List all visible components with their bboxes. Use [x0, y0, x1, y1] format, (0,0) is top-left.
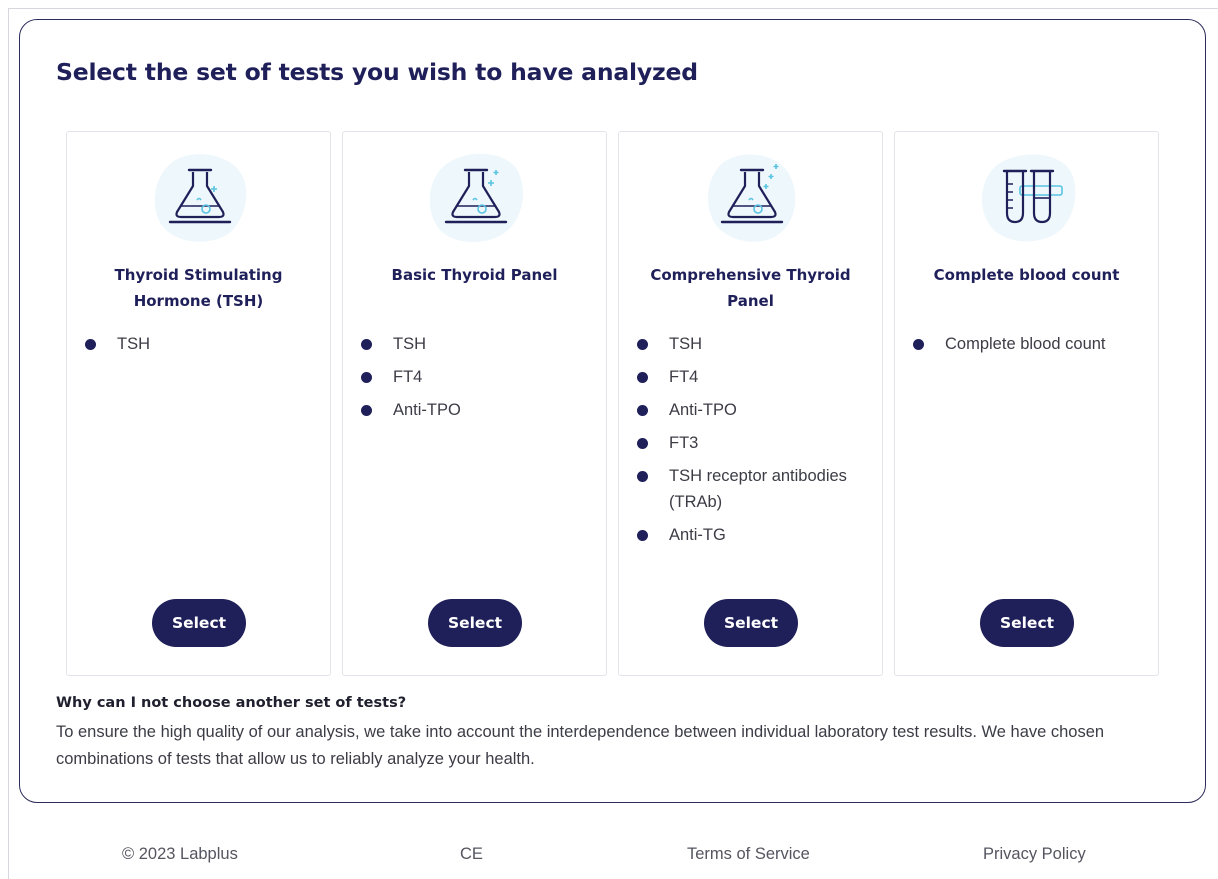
select-button-basic-thyroid-panel[interactable]: Select [428, 599, 522, 647]
test-list: TSH FT4 Anti-TPO [359, 331, 594, 430]
footer-link-ce[interactable]: CE [460, 845, 483, 864]
footer-link-privacy[interactable]: Privacy Policy [983, 845, 1086, 864]
test-card-tsh: Thyroid Stimulating Hormone (TSH) TSH Se… [66, 131, 331, 676]
list-item: Anti-TPO [635, 397, 870, 423]
list-item: TSH [359, 331, 594, 357]
footer: © 2023 Labplus CE Terms of Service Priva… [0, 845, 1218, 869]
list-item: FT3 [635, 430, 870, 456]
flask-icon [424, 150, 528, 246]
test-list: Complete blood count [911, 331, 1146, 364]
test-selection-panel: Select the set of tests you wish to have… [19, 19, 1206, 803]
list-item: FT4 [359, 364, 594, 390]
card-title: Complete blood count [933, 266, 1120, 284]
test-card-basic-thyroid-panel: Basic Thyroid Panel TSH FT4 Anti-TPO Sel… [342, 131, 607, 676]
card-title: Basic Thyroid Panel [391, 266, 558, 284]
page-title: Select the set of tests you wish to have… [56, 58, 698, 86]
select-button-complete-blood-count[interactable]: Select [980, 599, 1074, 647]
test-list: TSH FT4 Anti-TPO FT3 TSH receptor antibo… [635, 331, 870, 555]
flask-icon [700, 150, 804, 246]
test-card-comprehensive-thyroid-panel: Comprehensive Thyroid Panel TSH FT4 Anti… [618, 131, 883, 676]
list-item: TSH [83, 331, 318, 357]
info-heading: Why can I not choose another set of test… [56, 695, 407, 711]
test-list: TSH [83, 331, 318, 364]
test-card-complete-blood-count: Complete blood count Complete blood coun… [894, 131, 1159, 676]
flask-icon [148, 150, 252, 246]
footer-link-terms[interactable]: Terms of Service [687, 845, 810, 864]
left-divider [8, 8, 9, 879]
footer-copyright: © 2023 Labplus [122, 845, 238, 863]
list-item: Complete blood count [911, 331, 1146, 357]
top-divider [8, 8, 1218, 9]
info-body: To ensure the high quality of our analys… [56, 723, 1105, 768]
list-item: TSH receptor antibodies (TRAb) [635, 463, 870, 515]
list-item: Anti-TG [635, 522, 870, 548]
select-button-comprehensive-thyroid-panel[interactable]: Select [704, 599, 798, 647]
list-item: FT4 [635, 364, 870, 390]
card-title: Thyroid Stimulating Hormone (TSH) [114, 266, 283, 310]
test-tubes-icon [976, 150, 1080, 246]
select-button-tsh[interactable]: Select [152, 599, 246, 647]
list-item: Anti-TPO [359, 397, 594, 423]
card-title: Comprehensive Thyroid Panel [650, 266, 851, 310]
list-item: TSH [635, 331, 870, 357]
